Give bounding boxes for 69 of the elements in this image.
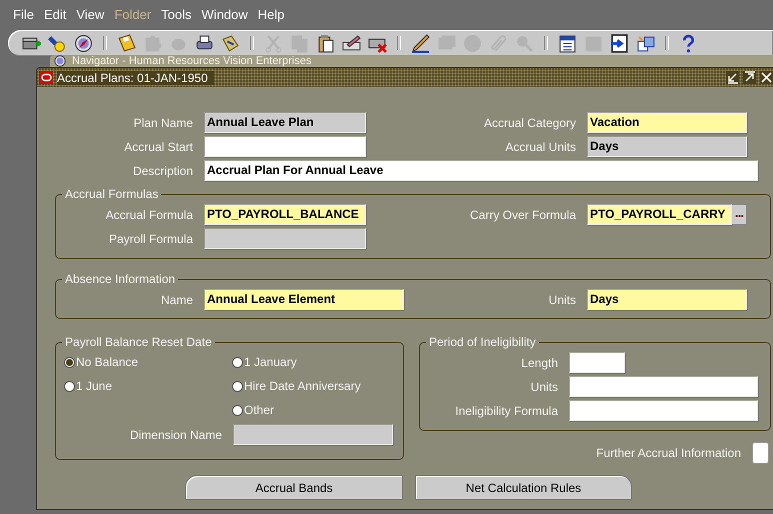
radio-button[interactable] [232,380,243,392]
input-field[interactable] [569,376,758,397]
field-label: Carry Over Formula [468,208,576,222]
field-label: Accrual Formula [104,208,193,222]
input-field[interactable]: Annual Leave Plan [204,112,366,133]
field-label: Units [548,292,576,306]
checkbox-label: Further Accrual Information [596,446,741,460]
folder-icon[interactable] [221,34,240,52]
menu-item[interactable]: Tools [157,6,198,22]
radio-button[interactable] [232,404,243,416]
list-button[interactable]: ... [732,204,747,225]
group-title: Absence Information [64,272,176,286]
radio-button[interactable] [232,356,243,368]
input-field[interactable]: Days [587,289,747,310]
group-title: Period of Ineligibility [428,335,537,349]
window-title: Accrual Plans: 01-JAN-1950 [57,70,214,84]
input-field[interactable]: PTO_PAYROLL_BALANCE [204,204,366,225]
input-field[interactable]: Vacation [587,112,747,133]
input-field[interactable]: Days [587,136,747,157]
menu-item[interactable]: File [9,6,40,22]
compass-icon [54,55,66,67]
radio-button[interactable] [64,380,75,392]
field-label: Ineligibility Formula [454,404,558,418]
field-label: Units [530,380,558,394]
input-field[interactable] [204,136,366,157]
eraser-icon[interactable] [342,34,361,52]
field-label: Accrual Units [504,140,576,154]
menu-item[interactable]: Window [198,6,254,22]
group-title: Accrual Formulas [64,187,160,201]
windows-icon[interactable] [636,34,655,52]
pen-icon[interactable] [411,34,430,52]
window-title: Navigator - Human Resources Vision Enterprises [72,55,312,67]
field-label: Description [132,164,193,178]
field-label: Plan Name [132,116,193,130]
field-label: Payroll Formula [108,232,193,246]
radio-label: Hire Date Anniversary [244,379,361,393]
field-label: Accrual Start [123,140,193,154]
menu-item[interactable]: Edit [40,6,72,22]
radio-label: No Balance [76,355,138,369]
radio-label: Other [244,403,274,417]
push-button[interactable]: Accrual Bands [185,475,403,500]
input-field[interactable] [569,352,625,373]
field-label: Dimension Name [128,428,222,442]
field-label: Name [160,292,193,306]
minimize-icon[interactable] [726,71,739,84]
input-field[interactable]: Accrual Plan For Annual Leave [204,160,758,181]
input-field[interactable]: Annual Leave Element [204,289,404,310]
input-field[interactable] [204,228,366,249]
checkbox[interactable] [752,442,769,464]
radio-label: 1 June [76,379,112,393]
flashlight-icon[interactable] [48,34,67,52]
printer-icon[interactable] [195,34,214,52]
input-field[interactable] [233,424,393,445]
menu-item[interactable]: Help [254,6,291,22]
clipboard-icon[interactable] [316,34,335,52]
input-field[interactable] [569,400,758,421]
field-label: Length [520,356,558,370]
compass-icon[interactable] [74,34,93,52]
push-button[interactable]: Net Calculation Rules [415,475,632,500]
menu-item[interactable]: View [72,6,110,22]
field-label: Accrual Category [482,116,576,130]
radio-label: 1 January [244,355,297,369]
close-icon[interactable] [760,71,773,84]
maximize-icon[interactable] [743,71,756,84]
group-title: Payroll Balance Reset Date [64,335,213,349]
radio-button[interactable] [64,356,75,368]
input-field[interactable]: PTO_PAYROLL_CARRY [587,204,732,225]
calendar-icon[interactable] [558,34,577,52]
export-icon[interactable] [610,34,629,52]
